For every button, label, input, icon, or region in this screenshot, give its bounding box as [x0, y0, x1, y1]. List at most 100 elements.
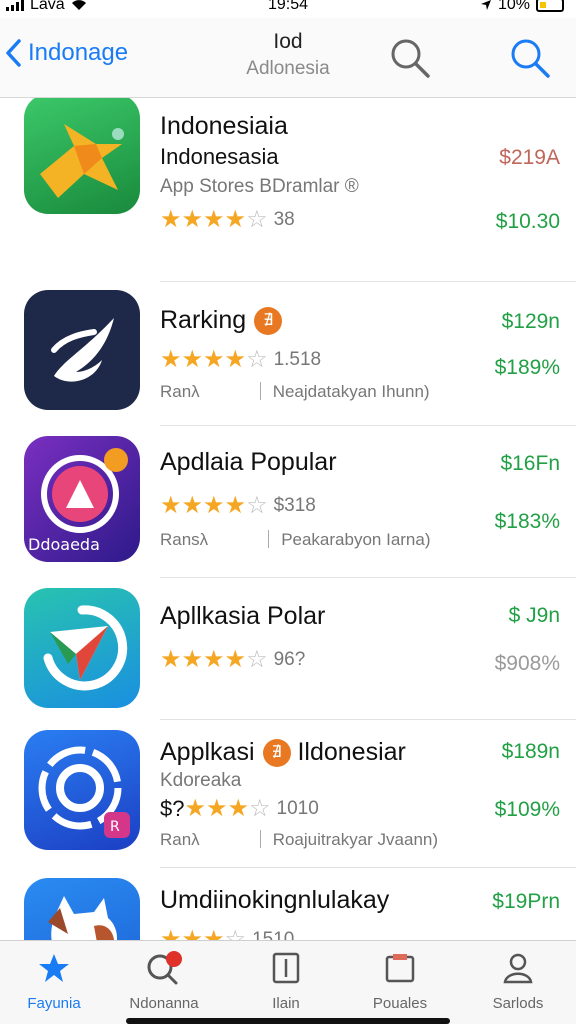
app-icon[interactable] [24, 290, 140, 410]
list-item[interactable]: R Applkasi ∄ Ildonesiar Kdoreaka $? ★ ★ ★ ☆ … [0, 720, 576, 868]
star-filled-icon: ★ [224, 346, 247, 373]
price-label[interactable]: $10.30 [496, 210, 560, 234]
list-item[interactable]: Apllkasia Polar ★ ★ ★ ★ ☆ 96? $ J9n $908% [0, 578, 576, 720]
rating-count: 1510 [252, 929, 295, 940]
icon-caption: Ddoaeda [28, 535, 100, 554]
folder-icon [385, 954, 415, 983]
star-empty-icon: ☆ [246, 346, 268, 373]
developer-label: App Stores BDramlar ® [160, 176, 359, 197]
price-label[interactable]: $109% [495, 798, 560, 822]
app-list: Indonesiaia Indonesasia App Stores BDram… [0, 98, 576, 940]
tab-account[interactable]: Sarlods [468, 951, 568, 1012]
search-button-primary[interactable] [508, 36, 552, 85]
star-filled-icon: ★ [160, 206, 182, 233]
star-rating: ★ ★ ★ ☆ 1510 [160, 926, 295, 941]
tab-label: Ndonanna [129, 995, 199, 1012]
meta-separator [268, 530, 270, 548]
meta-left: Ranλ [160, 830, 200, 849]
star-filled-icon: ★ [181, 492, 204, 519]
status-bar: Lava 19:54 10% [0, 0, 576, 18]
tab-search[interactable]: Ndonanna [114, 951, 214, 1012]
app-meta: Ranλ Neajdatakyan Ihunn) [160, 382, 430, 402]
app-icon[interactable]: Ddoaeda [24, 436, 140, 562]
star-filled-icon: ★ [203, 206, 225, 233]
star-rating: ★ ★ ★ ★ ☆ $318 [160, 494, 316, 518]
title-text: Iod [273, 30, 303, 53]
tab-label: Sarlods [492, 995, 544, 1012]
app-meta: Ranλ Roajuitrakyar Jvaann) [160, 830, 438, 850]
list-item[interactable]: Umdiinokingnlulakay ★ ★ ★ ☆ 1510 $19Prn [0, 868, 576, 940]
rating-count: 1010 [276, 798, 319, 819]
star-filled-icon: ★ [160, 346, 182, 373]
tab-label: Fayunia [27, 995, 81, 1012]
star-filled-icon: ★ [160, 646, 182, 673]
back-label: Indonage [28, 39, 129, 66]
location-icon [480, 0, 491, 10]
meta-separator [259, 830, 261, 848]
tab-apps[interactable]: Pouales [350, 951, 450, 1012]
star-rating: ★ ★ ★ ★ ☆ 96? [160, 648, 305, 672]
app-name: Apllkasia Polar [160, 602, 326, 630]
app-icon[interactable]: R [24, 730, 140, 850]
app-name-suffix: Ildonesiar [297, 738, 406, 766]
app-icon[interactable] [24, 588, 140, 708]
search-icon [511, 39, 550, 78]
star-filled-icon: ★ [184, 795, 206, 822]
star-filled-icon: ★ [203, 926, 225, 941]
tab-updates[interactable]: Ilain [236, 951, 336, 1012]
navigation-bar: Indonage Iod Adlonesia [0, 18, 576, 98]
home-indicator[interactable] [126, 1018, 450, 1024]
clock: 19:54 [267, 0, 309, 13]
app-name: Umdiinokingnlulakay [160, 886, 390, 914]
subtitle-text: Adlonesia [246, 58, 330, 79]
price-label[interactable]: $189% [495, 356, 560, 380]
star-filled-icon: ★ [160, 926, 182, 941]
tab-bar: Fayunia Ndonanna Ilain Pouales Sarlods [0, 940, 576, 1024]
star-empty-icon: ☆ [246, 492, 268, 519]
meta-left: Ranλ [160, 382, 200, 401]
search-icon [391, 39, 430, 78]
battery-label: 10% [497, 0, 530, 13]
price-label[interactable]: $219A [499, 146, 560, 170]
price-label[interactable]: $16Fn [500, 452, 560, 476]
list-item[interactable]: Ddoaeda Apdlaia Popular ★ ★ ★ ★ ☆ $318 Ransλ… [0, 426, 576, 578]
bird-icon [40, 124, 124, 198]
meta-right: Roajuitrakyar Jvaann) [272, 830, 439, 849]
star-filled-icon: ★ [181, 646, 204, 673]
badge-icon: ∄ [262, 739, 291, 768]
price-label[interactable]: $189n [502, 740, 560, 764]
app-icon[interactable] [24, 98, 140, 214]
star-filled-icon: ★ [224, 492, 247, 519]
person-icon [503, 953, 533, 984]
back-button[interactable]: Indonage [4, 38, 128, 68]
tab-label: Ilain [272, 995, 300, 1012]
chevron-left-icon [6, 39, 21, 67]
search-button[interactable] [388, 36, 432, 85]
price-label[interactable]: $ J9n [509, 604, 560, 628]
meta-right: Neajdatakyan Ihunn) [272, 382, 430, 401]
star-filled-icon: ★ [227, 795, 250, 822]
app-name: Applkasi [160, 738, 255, 766]
app-icon[interactable] [24, 878, 140, 940]
list-item[interactable]: Indonesiaia Indonesasia App Stores BDram… [0, 98, 576, 282]
app-name: Apdlaia Popular [160, 448, 337, 476]
search-icon [147, 951, 182, 985]
star-filled-icon: ★ [224, 646, 247, 673]
price-label[interactable]: $908% [495, 652, 560, 676]
price-label[interactable]: $129n [502, 310, 560, 334]
star-empty-icon: ☆ [246, 646, 268, 673]
app-name: Indonesiaia [160, 112, 288, 140]
price-label[interactable]: $19Prn [492, 890, 560, 914]
list-item[interactable]: Rarking ∄ ★ ★ ★ ★ ☆ 1.518 Ranλ Neajdatakyan Ih… [0, 282, 576, 426]
app-subtitle: Indonesasia [160, 144, 279, 169]
star-filled-icon: ★ [181, 926, 204, 941]
star-filled-icon: ★ [206, 795, 228, 822]
app-meta: Ransλ Peakarabyon Iarna) [160, 530, 431, 550]
star-empty-icon: ☆ [246, 206, 268, 233]
tab-featured[interactable]: Fayunia [4, 951, 104, 1012]
app-name-wrap: Rarking ∄ [160, 306, 283, 336]
rating-count: $318 [273, 495, 316, 516]
target-icon: R [38, 746, 130, 838]
price-label[interactable]: $183% [495, 510, 560, 534]
star-empty-icon: ☆ [249, 795, 271, 822]
